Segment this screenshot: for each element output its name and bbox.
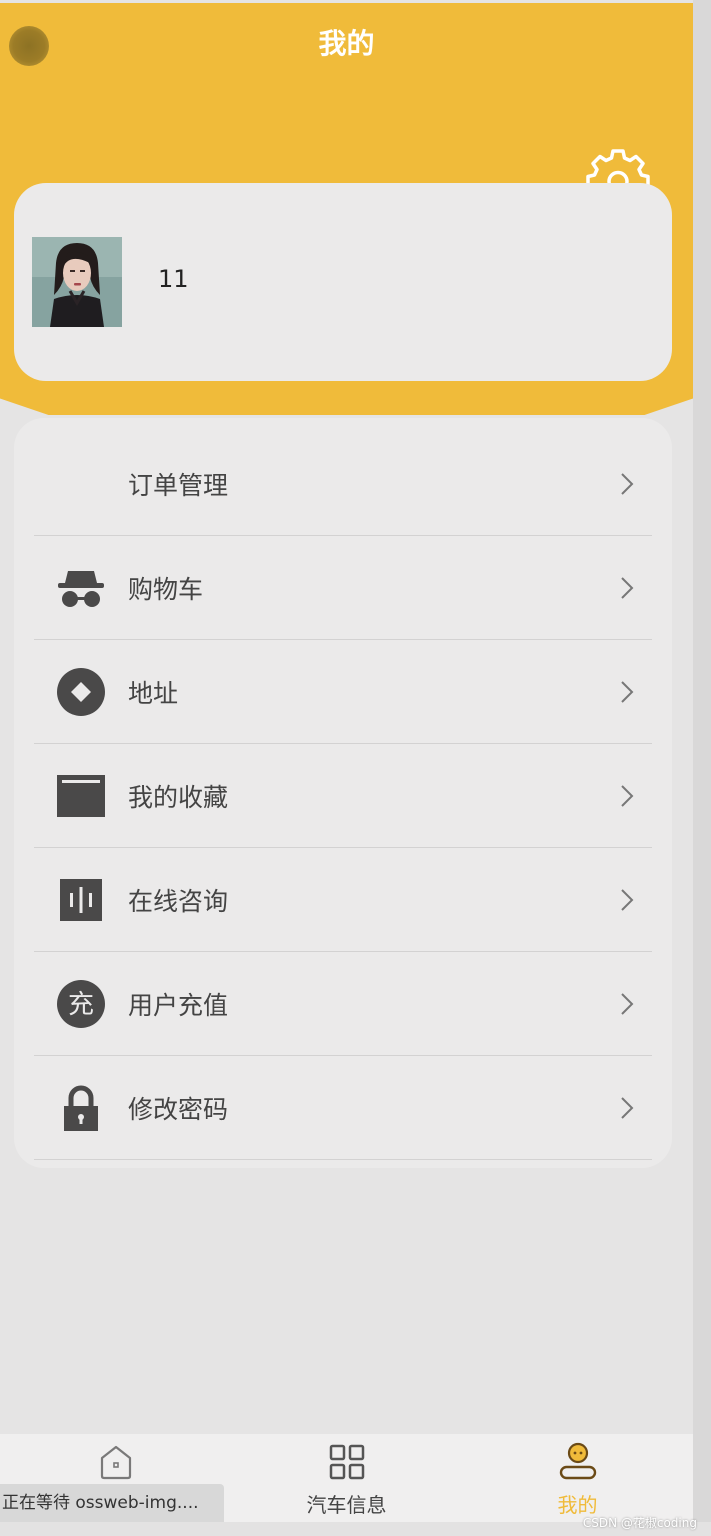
scrollbar-gutter [693,0,711,1536]
profile-card[interactable]: 11 [14,183,672,381]
menu-item-address[interactable]: 地址 [34,640,652,744]
voice-wave-icon [60,878,102,921]
menu-item-label: 在线咨询 [128,886,229,916]
order-icon [56,459,106,509]
chevron-right-icon [621,472,634,495]
menu-item-label: 修改密码 [128,1094,229,1124]
menu-item-recharge[interactable]: 充 用户充值 [34,952,652,1056]
grid-icon [329,1444,364,1480]
svg-text:充: 充 [68,990,94,1020]
tab-label: 汽车信息 [306,1493,387,1517]
menu-item-change-password[interactable]: 修改密码 [34,1056,652,1160]
diamond-circle-icon [57,667,105,716]
chevron-right-icon [621,576,634,599]
home-icon [100,1445,131,1480]
menu-item-label: 购物车 [128,574,204,604]
page-title: 我的 [318,27,375,60]
username: 11 [158,265,189,293]
tab-car-info[interactable]: 汽车信息 [231,1434,462,1528]
menu-item-cart[interactable]: 购物车 [34,536,652,640]
avatar[interactable] [32,237,122,327]
lock-icon [64,1085,98,1131]
user-icon [559,1442,596,1480]
menu-item-label: 地址 [128,678,179,708]
avatar-photo [32,237,122,327]
recharge-icon: 充 [57,979,105,1028]
bookmark-box-icon [57,774,105,817]
chevron-right-icon [621,1096,634,1119]
app-screen: 我的 11 订单管理 购物车 地址 我的收藏 在线咨询 充 用户充值 修改密码 … [0,0,693,1536]
watermark: CSDN @花椒coding [582,1516,697,1530]
chevron-right-icon [621,888,634,911]
chevron-right-icon [621,992,634,1015]
menu-item-orders[interactable]: 订单管理 [34,432,652,536]
menu-item-label: 用户充值 [128,990,229,1020]
menu-item-label: 我的收藏 [128,782,229,812]
menu-item-consult[interactable]: 在线咨询 [34,848,652,952]
menu-item-label: 订单管理 [128,470,229,500]
chevron-right-icon [621,784,634,807]
menu-list: 订单管理 购物车 地址 我的收藏 在线咨询 充 用户充值 修改密码 [14,418,672,1168]
chevron-right-icon [621,680,634,703]
menu-item-favorites[interactable]: 我的收藏 [34,744,652,848]
loading-status-text: 正在等待 ossweb-img.... [0,1484,224,1522]
incognito-icon [58,570,104,607]
